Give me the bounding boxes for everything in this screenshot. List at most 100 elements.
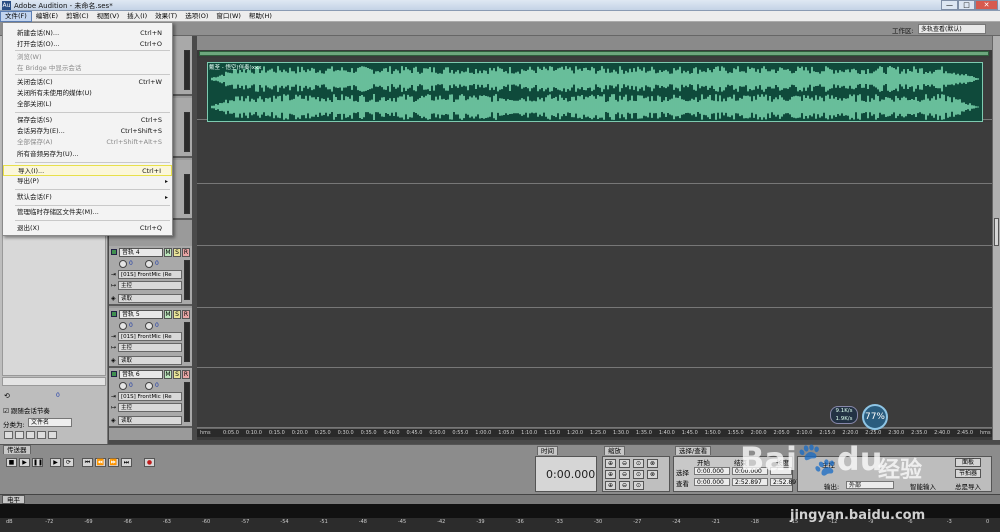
stop-button[interactable]: ■	[6, 458, 17, 467]
menu-file[interactable]: 文件(F)	[0, 11, 32, 22]
play-button[interactable]: ▶	[19, 458, 30, 467]
tab-selection-view[interactable]: 选择/查看	[675, 446, 712, 455]
edit-file-icon[interactable]	[48, 431, 57, 439]
track-output-select[interactable]: 主控	[118, 343, 182, 352]
tab-transport[interactable]: 传送器	[3, 445, 31, 454]
files-hscrollbar[interactable]	[2, 377, 106, 386]
file-menu-item[interactable]: 全部关闭(L)	[3, 99, 172, 110]
record-arm-button[interactable]: R	[182, 310, 190, 319]
audio-clip[interactable]	[207, 62, 983, 122]
pan-knob[interactable]	[145, 322, 153, 330]
file-menu-item[interactable]: 关闭所有未使用的媒体(U)	[3, 88, 172, 99]
solo-button[interactable]: S	[173, 370, 181, 379]
rewind-button[interactable]: ⏪	[95, 458, 106, 467]
track-lane-5[interactable]	[197, 308, 992, 368]
file-menu-item[interactable]: 会话另存为(E)... Ctrl+Shift+S	[3, 126, 172, 137]
zoom-selection-icon[interactable]: ⊗	[647, 459, 658, 468]
zoom-right-edge-icon[interactable]: ⊗	[647, 470, 658, 479]
file-menu-item[interactable]: 管理临时存储区文件夹(M)...	[3, 207, 172, 218]
sort-select[interactable]: 文件名	[28, 418, 72, 427]
zoom-in-vertical-icon[interactable]: ⊕	[605, 470, 616, 479]
insert-into-multitrack-icon[interactable]	[37, 431, 46, 439]
fast-forward-button[interactable]: ⏩	[108, 458, 119, 467]
automation-mode-select[interactable]: 读取	[118, 356, 182, 365]
record-arm-button[interactable]: R	[182, 370, 190, 379]
maximize-button[interactable]: □	[958, 0, 975, 10]
track-input-select[interactable]: [01S] FrontMic (Re	[118, 392, 182, 401]
menu-window[interactable]: 窗口(W)	[212, 11, 245, 22]
pan-knob[interactable]	[145, 382, 153, 390]
file-menu-item[interactable]: 保存会话(S) Ctrl+S	[3, 115, 172, 126]
files-list[interactable]	[2, 230, 106, 376]
solo-button[interactable]: S	[173, 248, 181, 257]
menu-view[interactable]: 视图(V)	[93, 11, 124, 22]
file-menu-item[interactable]: 关闭会话(C) Ctrl+W	[3, 77, 172, 88]
view-start-field[interactable]: 0:00.000	[694, 478, 730, 486]
zoom-in-horizontal-icon[interactable]: ⊕	[605, 459, 616, 468]
track-name-field[interactable]: 音轨 6	[119, 370, 163, 379]
volume-knob[interactable]	[119, 260, 127, 268]
pause-button[interactable]: ❚❚	[32, 458, 43, 467]
multitrack-timeline[interactable]: 戴荃 - 悟空(伴奏)xxx hms 0:05.0 0:10.0 0:15.0 0:20…	[197, 36, 992, 440]
minimize-button[interactable]: —	[941, 0, 958, 10]
mute-button[interactable]: M	[164, 370, 172, 379]
zoom-tracks-out-icon[interactable]: ⊖	[619, 481, 630, 490]
import-file-icon[interactable]	[4, 431, 13, 439]
follow-session-tempo-checkbox[interactable]: ☑ 跟随会话节奏	[3, 405, 50, 415]
go-to-end-button[interactable]: ⏭	[121, 458, 132, 467]
panel-button[interactable]: 面板	[955, 458, 981, 467]
close-button[interactable]: ✕	[975, 0, 998, 10]
track-lane-3[interactable]	[197, 184, 992, 246]
track-name-field[interactable]: 音轨 5	[119, 310, 163, 319]
file-menu-item[interactable]: 导入(I)... Ctrl+I	[3, 165, 172, 176]
menu-help[interactable]: 帮助(H)	[245, 11, 276, 22]
zoom-tracks-fit-icon[interactable]: ⊙	[633, 481, 644, 490]
metronome-button[interactable]: 节拍器	[955, 469, 981, 478]
track-header-6[interactable]: 音轨 6 M S R 0 0 ⇥ [01S] FrontMic (Re ↦ 主控 ◈ 读取	[109, 368, 192, 428]
track-header-5[interactable]: 音轨 5 M S R 0 0 ⇥ [01S] FrontMic (Re ↦ 主控 ◈ 读取	[109, 308, 192, 368]
open-file-icon[interactable]	[15, 431, 24, 439]
selection-start-field[interactable]: 0:00.000	[694, 467, 730, 475]
tab-levels[interactable]: 电平	[2, 495, 25, 504]
menu-clip[interactable]: 剪辑(C)	[62, 11, 93, 22]
view-length-field[interactable]: 2:52.897	[770, 478, 800, 486]
file-menu-item[interactable]: 退出(X) Ctrl+Q	[3, 223, 172, 234]
tab-zoom[interactable]: 缩放	[604, 446, 625, 455]
loop-icon[interactable]: ⟲	[4, 392, 10, 400]
file-menu-item[interactable]: 打开会话(O)... Ctrl+O	[3, 39, 172, 50]
file-menu-item[interactable]: 默认会话(F) ▸	[3, 192, 172, 203]
tab-time[interactable]: 时间	[537, 446, 558, 455]
timeline-zoom-bar[interactable]	[199, 51, 989, 56]
track-name-field[interactable]: 音轨 4	[119, 248, 163, 257]
track-output-select[interactable]: 主控	[118, 403, 182, 412]
menu-options[interactable]: 选项(O)	[181, 11, 212, 22]
zoom-full-icon[interactable]: ⊙	[633, 459, 644, 468]
loop-play-button[interactable]: ⟳	[63, 458, 74, 467]
menu-insert[interactable]: 插入(I)	[123, 11, 151, 22]
mute-button[interactable]: M	[164, 310, 172, 319]
pan-knob[interactable]	[145, 260, 153, 268]
zoom-left-edge-icon[interactable]: ⊙	[633, 470, 644, 479]
close-file-icon[interactable]	[26, 431, 35, 439]
file-menu-item[interactable]: 所有音频另存为(U)...	[3, 149, 172, 160]
solo-button[interactable]: S	[173, 310, 181, 319]
volume-knob[interactable]	[119, 322, 127, 330]
track-header-4[interactable]: 音轨 4 M S R 0 0 ⇥ [01S] FrontMic (Re ↦ 主控 ◈ 读取	[109, 246, 192, 306]
volume-knob[interactable]	[119, 382, 127, 390]
record-button[interactable]: ●	[144, 458, 155, 467]
zoom-tracks-in-icon[interactable]: ⊕	[605, 481, 616, 490]
go-to-start-button[interactable]: ⏮	[82, 458, 93, 467]
track-input-select[interactable]: [01S] FrontMic (Re	[118, 332, 182, 341]
track-output-select[interactable]: 主控	[118, 281, 182, 290]
file-menu-item[interactable]: 导出(P) ▸	[3, 176, 172, 187]
automation-mode-select[interactable]: 读取	[118, 294, 182, 303]
track-input-select[interactable]: [01S] FrontMic (Re	[118, 270, 182, 279]
zoom-out-horizontal-icon[interactable]: ⊖	[619, 459, 630, 468]
track-lane-4[interactable]	[197, 246, 992, 308]
zoom-out-vertical-icon[interactable]: ⊖	[619, 470, 630, 479]
workspace-select[interactable]: 多轨查看(默认)	[918, 24, 986, 34]
menu-edit[interactable]: 编辑(E)	[32, 11, 62, 22]
automation-mode-select[interactable]: 读取	[118, 416, 182, 425]
file-menu-item[interactable]: 新建会话(N)... Ctrl+N	[3, 28, 172, 39]
play-from-cursor-button[interactable]: ▶	[50, 458, 61, 467]
